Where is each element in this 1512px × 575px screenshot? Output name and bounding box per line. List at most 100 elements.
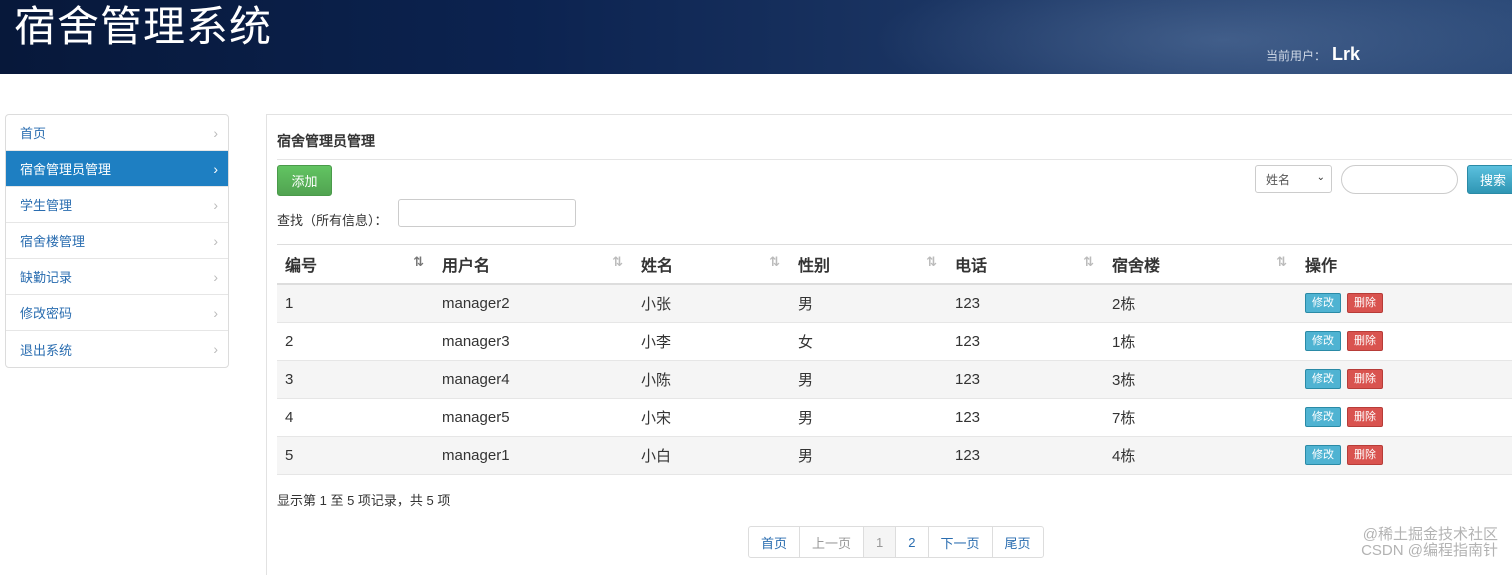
column-header-phone[interactable]: 电话 ⇅ bbox=[947, 244, 1104, 285]
search-field-select-value: 姓名 bbox=[1266, 172, 1291, 187]
sidebar-item-label: 首页 bbox=[20, 126, 47, 141]
title-divider bbox=[277, 159, 1512, 160]
cell-building: 3栋 bbox=[1104, 360, 1297, 399]
sort-icon: ⇅ bbox=[1083, 254, 1094, 269]
sidebar-item-home[interactable]: 首页 › bbox=[6, 115, 228, 151]
watermark: @稀土掘金技术社区 CSDN @编程指南针 bbox=[1361, 527, 1498, 559]
cell-name: 小宋 bbox=[633, 398, 790, 437]
sidebar-item-label: 宿舍管理员管理 bbox=[20, 162, 112, 177]
watermark-line-1: @稀土掘金技术社区 bbox=[1362, 526, 1498, 543]
table-summary: 显示第 1 至 5 项记录，共 5 项 bbox=[277, 493, 451, 508]
search-all-input[interactable] bbox=[398, 199, 576, 227]
cell-gender: 男 bbox=[790, 398, 947, 437]
chevron-right-icon: › bbox=[213, 196, 218, 213]
cell-phone: 123 bbox=[947, 284, 1104, 323]
cell-gender: 女 bbox=[790, 322, 947, 361]
cell-name: 小李 bbox=[633, 322, 790, 361]
pagination: 首页 上一页 1 2 下一页 尾页 bbox=[748, 526, 1044, 558]
search-input[interactable] bbox=[1341, 165, 1458, 194]
page-prev-button[interactable]: 上一页 bbox=[800, 527, 865, 557]
page-last-button[interactable]: 尾页 bbox=[993, 527, 1043, 557]
cell-name: 小白 bbox=[633, 436, 790, 475]
sidebar-item-label: 学生管理 bbox=[20, 198, 73, 213]
app-header: 宿舍管理系统 当前用户： Lrk bbox=[0, 0, 1512, 74]
chevron-right-icon: › bbox=[213, 124, 218, 141]
cell-id: 3 bbox=[277, 360, 434, 399]
cell-actions: 修改 删除 bbox=[1297, 436, 1512, 475]
chevron-right-icon: › bbox=[213, 268, 218, 285]
cell-actions: 修改 删除 bbox=[1297, 284, 1512, 323]
sort-asc-icon: ⇅ bbox=[413, 254, 424, 269]
search-field-select[interactable]: 姓名 ⌄ bbox=[1255, 165, 1332, 193]
cell-building: 4栋 bbox=[1104, 436, 1297, 475]
cell-id: 5 bbox=[277, 436, 434, 475]
chevron-right-icon: › bbox=[213, 341, 218, 357]
cell-gender: 男 bbox=[790, 436, 947, 475]
cell-actions: 修改 删除 bbox=[1297, 360, 1512, 399]
delete-button[interactable]: 删除 bbox=[1347, 331, 1383, 351]
chevron-right-icon: › bbox=[213, 232, 218, 249]
column-header-gender[interactable]: 性别 ⇅ bbox=[790, 244, 947, 285]
sidebar-item-label: 退出系统 bbox=[20, 342, 73, 358]
column-header-username[interactable]: 用户名 ⇅ bbox=[434, 244, 633, 285]
table-header-row: 编号 ⇅ 用户名 ⇅ 姓名 ⇅ 性别 ⇅ 电话 ⇅ 宿舍楼 ⇅ 操作 bbox=[277, 244, 1512, 285]
page-first-button[interactable]: 首页 bbox=[749, 527, 801, 557]
current-user-name: Lrk bbox=[1332, 44, 1361, 64]
delete-button[interactable]: 删除 bbox=[1347, 369, 1383, 389]
current-user-label: 当前用户： bbox=[1266, 49, 1327, 63]
cell-username: manager5 bbox=[434, 398, 633, 437]
cell-building: 7栋 bbox=[1104, 398, 1297, 437]
page-next-button[interactable]: 下一页 bbox=[929, 527, 993, 557]
sidebar-item-label: 缺勤记录 bbox=[20, 270, 73, 285]
manager-table-wrap: 编号 ⇅ 用户名 ⇅ 姓名 ⇅ 性别 ⇅ 电话 ⇅ 宿舍楼 ⇅ 操作 1 man… bbox=[277, 244, 1512, 475]
edit-button[interactable]: 修改 bbox=[1305, 445, 1341, 465]
main-panel: 宿舍管理员管理 添加 查找（所有信息）： 姓名 ⌄ 搜索 编号 ⇅ 用户名 ⇅ bbox=[266, 114, 1512, 575]
cell-phone: 123 bbox=[947, 436, 1104, 475]
cell-phone: 123 bbox=[947, 398, 1104, 437]
cell-phone: 123 bbox=[947, 322, 1104, 361]
delete-button[interactable]: 删除 bbox=[1347, 293, 1383, 314]
cell-id: 1 bbox=[277, 284, 434, 323]
cell-username: manager3 bbox=[434, 322, 633, 361]
column-header-building[interactable]: 宿舍楼 ⇅ bbox=[1104, 244, 1297, 285]
chevron-down-icon: ⌄ bbox=[1316, 172, 1325, 183]
search-button[interactable]: 搜索 bbox=[1467, 165, 1512, 194]
cell-building: 1栋 bbox=[1104, 322, 1297, 361]
cell-id: 4 bbox=[277, 398, 434, 437]
delete-button[interactable]: 删除 bbox=[1347, 407, 1383, 427]
edit-button[interactable]: 修改 bbox=[1305, 407, 1341, 427]
delete-button[interactable]: 删除 bbox=[1347, 445, 1383, 465]
page-title: 宿舍管理员管理 bbox=[277, 133, 375, 149]
edit-button[interactable]: 修改 bbox=[1305, 369, 1341, 389]
column-header-id[interactable]: 编号 ⇅ bbox=[277, 244, 434, 285]
column-header-name[interactable]: 姓名 ⇅ bbox=[633, 244, 790, 285]
column-header-actions: 操作 bbox=[1297, 244, 1512, 285]
cell-building: 2栋 bbox=[1104, 284, 1297, 323]
add-button[interactable]: 添加 bbox=[277, 165, 332, 196]
sidebar-item-label: 修改密码 bbox=[20, 306, 73, 321]
page-1-button[interactable]: 1 bbox=[864, 527, 897, 557]
edit-button[interactable]: 修改 bbox=[1305, 331, 1341, 351]
sidebar-item-student-management[interactable]: 学生管理 › bbox=[6, 187, 228, 223]
cell-actions: 修改 删除 bbox=[1297, 398, 1512, 437]
sidebar-item-change-password[interactable]: 修改密码 › bbox=[6, 295, 228, 331]
cell-username: manager4 bbox=[434, 360, 633, 399]
cell-name: 小陈 bbox=[633, 360, 790, 399]
page-2-button[interactable]: 2 bbox=[896, 527, 929, 557]
sidebar-item-manager-management[interactable]: 宿舍管理员管理 › bbox=[6, 151, 228, 187]
sort-icon: ⇅ bbox=[769, 254, 780, 269]
sidebar-item-building-management[interactable]: 宿舍楼管理 › bbox=[6, 223, 228, 259]
table-row: 2 manager3 小李 女 123 1栋 修改 删除 bbox=[277, 322, 1512, 361]
sidebar-item-label: 宿舍楼管理 bbox=[20, 234, 86, 249]
manager-table: 编号 ⇅ 用户名 ⇅ 姓名 ⇅ 性别 ⇅ 电话 ⇅ 宿舍楼 ⇅ 操作 1 man… bbox=[277, 244, 1512, 475]
sort-icon: ⇅ bbox=[926, 254, 937, 269]
sidebar: 首页 › 宿舍管理员管理 › 学生管理 › 宿舍楼管理 › 缺勤记录 › 修改密… bbox=[5, 114, 229, 368]
cell-gender: 男 bbox=[790, 360, 947, 399]
cell-username: manager1 bbox=[434, 436, 633, 475]
cell-username: manager2 bbox=[434, 284, 633, 323]
sidebar-item-absence-records[interactable]: 缺勤记录 › bbox=[6, 259, 228, 295]
sidebar-item-logout[interactable]: 退出系统 › bbox=[6, 331, 228, 367]
table-row: 3 manager4 小陈 男 123 3栋 修改 删除 bbox=[277, 360, 1512, 399]
edit-button[interactable]: 修改 bbox=[1305, 293, 1341, 314]
watermark-line-2: CSDN @编程指南针 bbox=[1361, 542, 1498, 559]
